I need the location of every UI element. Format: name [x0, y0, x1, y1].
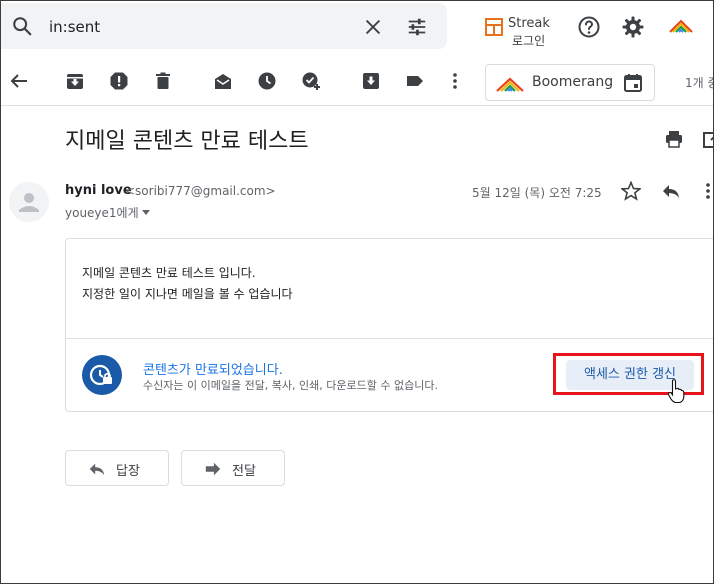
move-to-icon[interactable] [361, 71, 381, 91]
recipient-label[interactable]: youeye1에게 [65, 204, 139, 221]
gmail-window: Streak 로그인 [0, 0, 714, 584]
message-count: 1개 중 [685, 76, 713, 90]
boomerang-icon [496, 77, 524, 92]
more-vert-icon[interactable] [701, 181, 714, 201]
trash-icon[interactable] [153, 71, 173, 91]
back-arrow-icon[interactable] [9, 71, 29, 91]
forward-button[interactable]: 전달 [181, 450, 285, 486]
sender-email: <soribi777@gmail.com> [125, 184, 276, 198]
boomerang-button[interactable]: Boomerang [485, 64, 655, 101]
snooze-clock-icon[interactable] [257, 71, 277, 91]
body-line: 지메일 콘텐츠 만료 테스트 입니다. [82, 266, 256, 280]
email-subject: 지메일 콘텐츠 만료 테스트 [65, 129, 309, 154]
expired-lock-clock-icon [82, 355, 122, 395]
streak-name: Streak [508, 16, 550, 31]
search-options-icon[interactable] [406, 16, 428, 38]
open-new-window-icon[interactable] [702, 129, 714, 149]
print-icon[interactable] [664, 129, 684, 149]
calendar-icon[interactable] [623, 73, 643, 93]
boomerang-logo-icon[interactable] [668, 18, 694, 34]
search-input[interactable] [49, 16, 349, 38]
mark-unread-icon[interactable] [213, 71, 233, 91]
expired-description: 수신자는 이 이메일을 전달, 복사, 인쇄, 다운로드할 수 없습니다. [143, 379, 438, 392]
close-icon[interactable] [362, 16, 384, 38]
body-line: 지정한 일이 지나면 메일을 볼 수 업습니다 [82, 287, 293, 301]
expired-title: 콘텐츠가 만료되었습니다. [143, 363, 283, 378]
forward-icon [205, 462, 221, 476]
archive-icon[interactable] [65, 71, 85, 91]
star-icon[interactable] [621, 181, 641, 201]
more-vert-icon[interactable] [445, 71, 465, 91]
streak-login-button[interactable]: Streak 로그인 [485, 15, 555, 49]
label-icon[interactable] [405, 71, 425, 91]
hand-pointer-cursor-icon [667, 379, 685, 404]
help-icon[interactable] [577, 15, 601, 39]
divider [66, 338, 713, 339]
email-date: 5월 12일 (목) 오전 7:25 [472, 186, 602, 200]
top-bar: Streak 로그인 [1, 1, 713, 53]
reply-button[interactable]: 답장 [65, 450, 169, 486]
search-icon[interactable] [11, 15, 33, 37]
boomerang-label: Boomerang [532, 74, 614, 90]
avatar [9, 182, 49, 222]
person-icon [19, 193, 39, 212]
streak-login-label: 로그인 [512, 34, 546, 48]
report-spam-icon[interactable] [109, 71, 129, 91]
search-bar[interactable] [1, 3, 447, 49]
streak-icon [485, 18, 503, 36]
add-to-tasks-icon[interactable] [301, 71, 321, 91]
message-toolbar: Boomerang 1개 중 [1, 56, 713, 106]
chevron-down-icon[interactable] [141, 207, 151, 217]
reply-icon [89, 463, 105, 476]
forward-label: 전달 [232, 464, 256, 479]
reply-label: 답장 [116, 464, 140, 479]
reply-icon[interactable] [661, 181, 681, 201]
gear-icon[interactable] [621, 15, 645, 39]
sender-name: hyni love [65, 183, 132, 198]
